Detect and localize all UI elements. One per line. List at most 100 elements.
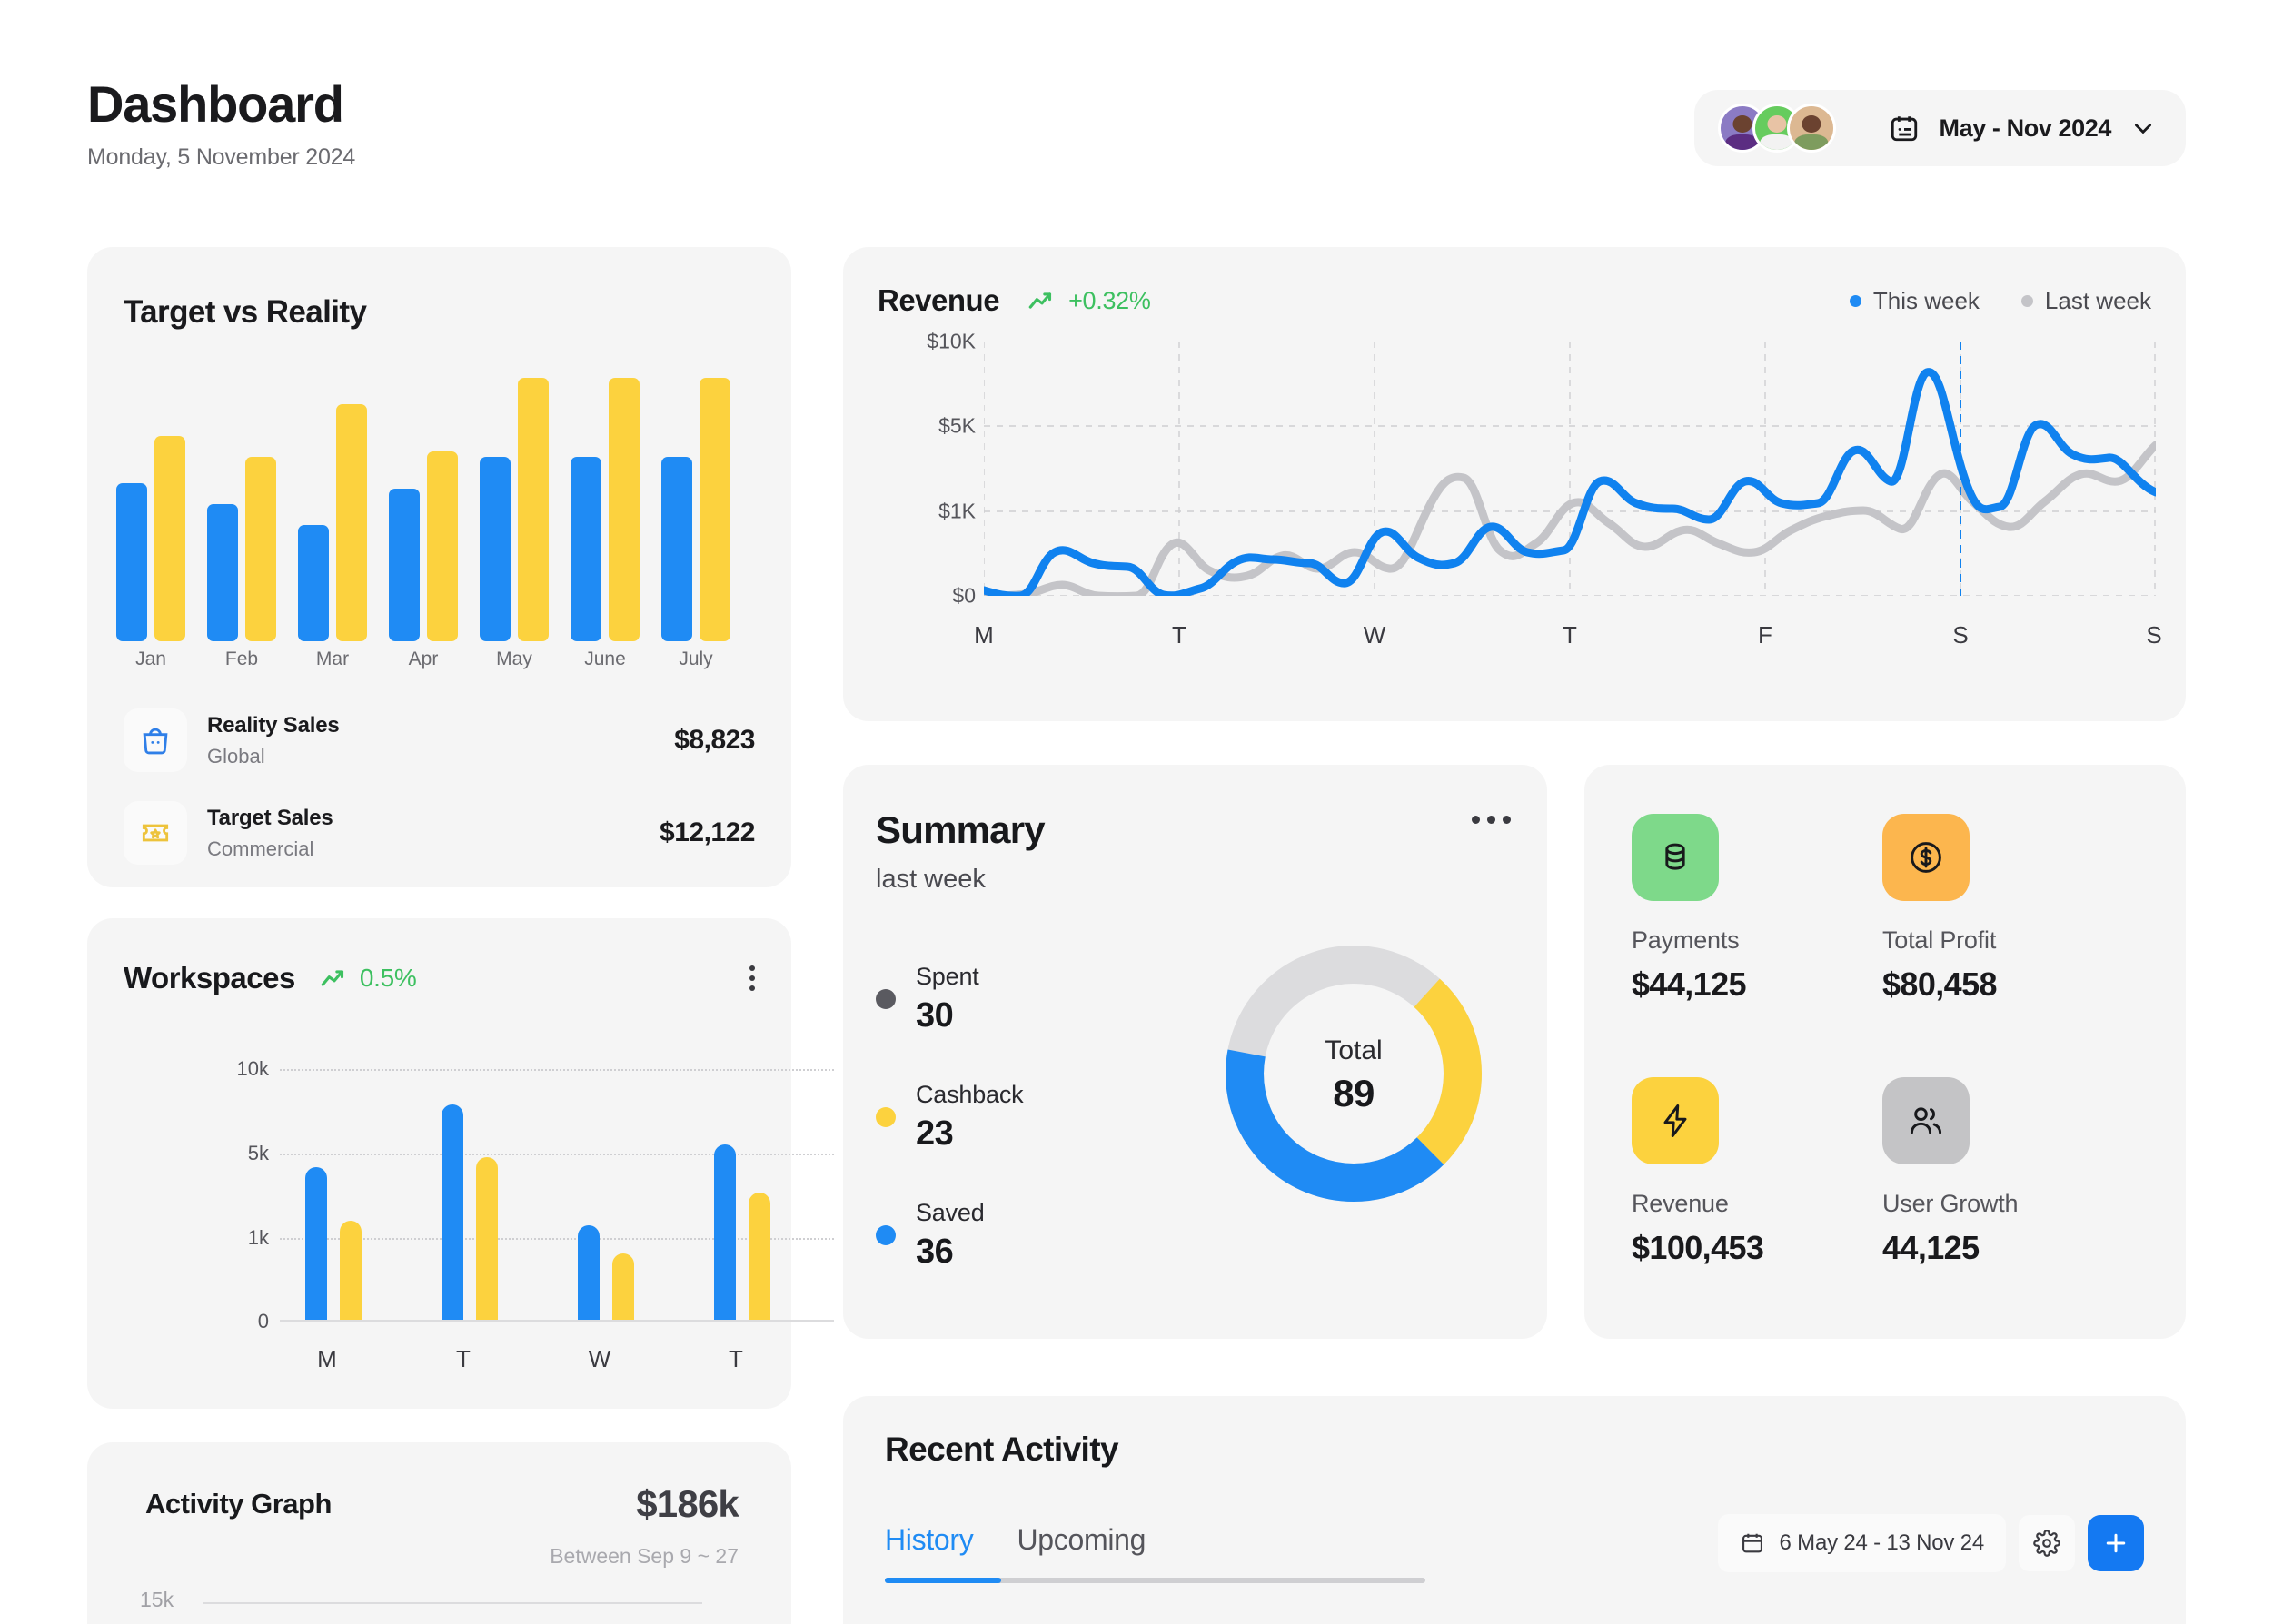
bar-reality-jan: [116, 483, 147, 641]
y-tick-0: $0: [952, 583, 976, 608]
activity-graph-card: Activity Graph $186k Between Sep 9 ~ 27 …: [87, 1442, 791, 1624]
kebab-menu-icon[interactable]: [744, 960, 760, 996]
summary-dot-spent: [876, 989, 896, 1009]
x-tick-july: July: [679, 649, 713, 669]
stat-revenue: Revenue $100,453: [1632, 1077, 1859, 1267]
workspaces-y-axis: 10k 5k 1k 0: [196, 1057, 269, 1332]
calendar-icon: [1742, 1533, 1762, 1553]
bar-yellow-t1: [476, 1157, 498, 1322]
tab-history[interactable]: History: [885, 1523, 974, 1557]
summary-value-spent: 30: [916, 996, 954, 1035]
revenue-header: Revenue +0.32% This week Last week: [878, 280, 2151, 322]
stat-label: User Growth: [1882, 1190, 2019, 1217]
x-tick-w: W: [588, 1345, 611, 1372]
revenue-line-chart: [979, 341, 2160, 601]
settings-button[interactable]: [2019, 1515, 2075, 1571]
bar-reality-june: [571, 457, 601, 641]
summary-item-cashback: Cashback 23: [876, 1081, 1024, 1154]
stat-label: Revenue: [1632, 1190, 1729, 1217]
workspaces-title: Workspaces: [124, 961, 295, 995]
stat-label: Payments: [1632, 926, 1740, 954]
legend-dot-last-week: [2020, 294, 2033, 307]
bar-yellow-m: [340, 1220, 362, 1322]
date-range-label: May - Nov 2024: [1939, 114, 2112, 142]
target-vs-reality-chart: [113, 378, 767, 641]
y-tick-5k: 5k: [247, 1142, 269, 1164]
dollar-circle-icon: [1911, 842, 1941, 873]
workspaces-card: Workspaces 0.5% 10k 5k 1k 0 M T W T: [87, 918, 834, 1409]
stat-value: $80,458: [1882, 965, 1998, 1003]
bar-reality-may: [480, 457, 511, 641]
summary-label-saved: Saved: [916, 1199, 985, 1226]
x-tick-t2: T: [1563, 621, 1577, 649]
avatar-group[interactable]: [1717, 104, 1836, 153]
legend-this-week[interactable]: This week: [1849, 287, 1980, 315]
workspaces-header: Workspaces 0.5%: [124, 958, 760, 998]
dollar-circle-icon-box: [1882, 814, 1970, 901]
activity-graph-y-tick: 15k: [140, 1588, 174, 1611]
y-tick-0: 0: [257, 1310, 269, 1332]
plus-icon: [2106, 1533, 2126, 1553]
activity-graph-between: Between Sep 9 ~ 27: [550, 1544, 739, 1568]
add-button[interactable]: [2088, 1515, 2144, 1571]
bar-target-june: [609, 378, 640, 641]
x-tick-m: M: [974, 621, 994, 649]
recent-activity-controls: 6 May 24 - 13 Nov 24: [1717, 1514, 2144, 1572]
legend-item-target-sales: Target Sales Commercial $12,122: [124, 801, 755, 865]
summary-value-saved: 36: [916, 1233, 954, 1271]
summary-dot-saved: [876, 1225, 896, 1245]
date-range-selector[interactable]: May - Nov 2024: [1889, 113, 2156, 144]
revenue-chart-svg: [979, 341, 2160, 601]
activity-graph-gridline: [203, 1602, 702, 1604]
lightning-bolt-icon-box: [1632, 1077, 1719, 1164]
calendar-icon: [1891, 116, 1917, 142]
summary-value-cashback: 23: [916, 1114, 954, 1153]
shopping-bag-icon: [143, 728, 168, 755]
y-tick-10k: 10k: [236, 1057, 269, 1080]
x-tick-m: M: [317, 1345, 337, 1372]
revenue-x-axis: M T W T F S S: [974, 621, 2162, 652]
legend-name: Target Sales: [207, 805, 333, 830]
avatar[interactable]: [1786, 104, 1836, 153]
legend-last-week[interactable]: Last week: [2020, 286, 2151, 315]
x-tick-s1: S: [1952, 621, 1969, 649]
target-vs-reality-card: Target vs Reality Jan Feb Mar Apr May Ju…: [87, 247, 791, 887]
revenue-title: Revenue: [878, 283, 1000, 317]
revenue-delta: +0.32%: [1027, 285, 1151, 316]
activity-graph-title: Activity Graph: [145, 1488, 332, 1520]
bar-reality-feb: [207, 504, 238, 641]
legend-label-last-week: Last week: [2044, 286, 2151, 314]
bar-blue-t2: [714, 1144, 736, 1322]
bar-target-apr: [427, 451, 458, 641]
legend-item-reality-sales: Reality Sales Global $8,823: [124, 708, 755, 772]
tab-upcoming[interactable]: Upcoming: [1017, 1523, 1146, 1557]
workspaces-chart: [280, 1069, 834, 1322]
ellipsis-menu-icon[interactable]: [1472, 816, 1511, 824]
legend-dot-this-week: [1849, 294, 1861, 307]
summary-label-spent: Spent: [916, 963, 979, 990]
y-tick-10k: $10K: [927, 329, 976, 353]
y-tick-5k: $5K: [938, 413, 976, 438]
revenue-delta-text: +0.32%: [1068, 286, 1151, 314]
coins-stack-icon-box: [1632, 814, 1719, 901]
x-tick-t1: T: [1172, 621, 1186, 649]
revenue-legend: This week Last week: [1849, 286, 2151, 315]
coins-stack-icon: [1665, 843, 1685, 870]
chevron-down-icon[interactable]: [2131, 116, 2155, 140]
bar-target-jan: [154, 435, 185, 641]
bar-target-may: [518, 378, 549, 641]
bar-reality-july: [661, 457, 692, 641]
x-tick-f: F: [1758, 621, 1772, 649]
stat-user-growth: User Growth 44,125: [1882, 1077, 2109, 1267]
x-tick-s2: S: [2146, 621, 2162, 649]
target-vs-reality-x-axis: Jan Feb Mar Apr May June July: [113, 649, 767, 676]
recent-activity-title: Recent Activity: [885, 1431, 1119, 1468]
users-group-icon: [1910, 1107, 1942, 1134]
tab-underline-track: [885, 1578, 1425, 1583]
recent-activity-date-range[interactable]: 6 May 24 - 13 Nov 24: [1717, 1514, 2006, 1572]
stat-value: $100,453: [1632, 1229, 1764, 1266]
bar-target-mar: [336, 404, 367, 641]
bar-reality-mar: [298, 525, 329, 641]
legend-sub: Global: [207, 744, 265, 767]
bar-target-feb: [245, 457, 276, 641]
